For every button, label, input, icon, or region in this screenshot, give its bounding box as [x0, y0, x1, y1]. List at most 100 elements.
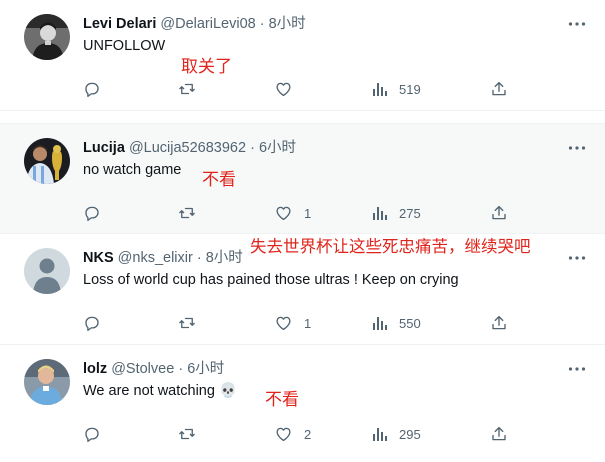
views-button[interactable]: 519	[372, 78, 421, 100]
display-name[interactable]: lolz	[83, 361, 107, 377]
tweet-text: UNFOLLOW	[83, 36, 165, 56]
more-options-icon[interactable]	[567, 140, 587, 156]
views-button[interactable]: 295	[372, 423, 421, 445]
user-avatar[interactable]	[24, 14, 70, 60]
heart-icon	[276, 82, 291, 97]
view-count: 550	[399, 315, 421, 331]
tweet-item[interactable]: NKS @nks_elixir · 8小时 Loss of world cup …	[0, 234, 605, 345]
retweet-button[interactable]	[177, 202, 208, 224]
share-button[interactable]	[490, 312, 508, 334]
tweet-time[interactable]: 6小时	[187, 361, 224, 377]
more-options-icon[interactable]	[567, 361, 587, 377]
like-button[interactable]	[274, 78, 304, 100]
reply-icon	[85, 82, 99, 97]
tweet-item[interactable]: Lucija @Lucija52683962 · 6小时 no watch ga…	[0, 123, 605, 234]
tweet-actions: 519	[0, 78, 605, 100]
retweet-button[interactable]	[177, 312, 208, 334]
profile-photo-footballer-icon	[24, 359, 70, 405]
retweet-icon	[179, 428, 195, 440]
reply-icon	[85, 427, 99, 442]
tweet-text-content: Loss of world cup has pained those ultra…	[83, 272, 459, 288]
tweet-item[interactable]: lolz @Stolvee · 6小时 We are not watching …	[0, 345, 605, 462]
reply-button[interactable]	[83, 312, 112, 334]
user-handle[interactable]: @Lucija52683962	[129, 140, 246, 156]
tweet-text-content: We are not watching	[83, 383, 215, 399]
user-handle[interactable]: @DelariLevi08	[160, 16, 255, 32]
user-avatar[interactable]	[24, 248, 70, 294]
retweet-button[interactable]	[177, 423, 208, 445]
reply-button[interactable]	[83, 423, 112, 445]
user-avatar[interactable]	[24, 359, 70, 405]
like-button[interactable]: 1	[274, 312, 311, 334]
view-count: 295	[399, 426, 421, 442]
share-button[interactable]	[490, 78, 508, 100]
tweet-item[interactable]: Levi Delari @DelariLevi08 · 8小时 UNFOLLOW…	[0, 0, 605, 111]
share-icon	[492, 81, 506, 96]
tweet-text-content: no watch game	[83, 162, 182, 178]
default-avatar-icon	[24, 248, 70, 294]
profile-photo-trophy-icon	[24, 138, 70, 184]
heart-icon	[276, 427, 291, 442]
header-separator: ·	[259, 16, 265, 32]
red-annotation: 失去世界杯让这些死忠痛苦，继续哭吧	[250, 237, 531, 256]
more-options-icon[interactable]	[567, 250, 587, 266]
red-annotation: 取关了	[181, 57, 232, 77]
tweet-text: Loss of world cup has pained those ultra…	[83, 270, 459, 290]
skull-emoji-icon: 💀	[218, 383, 238, 399]
retweet-button[interactable]	[177, 78, 208, 100]
tweet-time[interactable]: 6小时	[259, 140, 296, 156]
tweet-header: NKS @nks_elixir · 8小时	[83, 248, 243, 268]
reply-button[interactable]	[83, 202, 112, 224]
user-handle[interactable]: @nks_elixir	[118, 250, 193, 266]
heart-icon	[276, 206, 291, 221]
view-count: 519	[399, 81, 421, 97]
user-handle[interactable]: @Stolvee	[111, 361, 174, 377]
share-button[interactable]	[490, 202, 508, 224]
share-icon	[492, 426, 506, 441]
more-options-icon[interactable]	[567, 16, 587, 32]
views-bar-chart-icon	[373, 317, 387, 330]
tweet-time[interactable]: 8小时	[206, 250, 243, 266]
views-bar-chart-icon	[373, 428, 387, 441]
retweet-icon	[179, 207, 195, 219]
red-annotation: 不看	[265, 390, 299, 410]
tweet-text-content: UNFOLLOW	[83, 38, 166, 54]
views-button[interactable]: 275	[372, 202, 421, 224]
tweet-actions: 1 275	[0, 202, 605, 224]
user-avatar[interactable]	[24, 138, 70, 184]
tweet-actions: 1 550	[0, 312, 605, 334]
red-annotation: 不看	[202, 170, 236, 190]
retweet-icon	[179, 317, 195, 329]
like-count: 1	[304, 315, 312, 331]
tweet-text: We are not watching 💀	[83, 381, 237, 401]
share-icon	[492, 315, 506, 330]
views-button[interactable]: 550	[372, 312, 421, 334]
header-separator: ·	[178, 361, 184, 377]
like-count: 2	[304, 426, 312, 442]
like-button[interactable]: 2	[274, 423, 311, 445]
tweet-header: Levi Delari @DelariLevi08 · 8小时	[83, 14, 306, 34]
reply-button[interactable]	[83, 78, 112, 100]
heart-icon	[276, 316, 291, 331]
display-name[interactable]: Lucija	[83, 140, 125, 156]
display-name[interactable]: NKS	[83, 250, 114, 266]
header-separator: ·	[250, 140, 255, 156]
view-count: 275	[399, 205, 421, 221]
share-button[interactable]	[490, 423, 508, 445]
views-bar-chart-icon	[373, 83, 387, 96]
tweet-feed: Levi Delari @DelariLevi08 · 8小时 UNFOLLOW…	[0, 0, 605, 462]
tweet-header: Lucija @Lucija52683962 · 6小时	[83, 138, 296, 158]
tweet-header: lolz @Stolvee · 6小时	[83, 359, 224, 379]
reply-icon	[85, 316, 99, 331]
like-button[interactable]: 1	[274, 202, 311, 224]
display-name[interactable]: Levi Delari	[83, 16, 156, 32]
tweet-time[interactable]: 8小时	[269, 16, 306, 32]
profile-photo-bw-icon	[24, 14, 70, 60]
share-icon	[492, 205, 506, 220]
like-count: 1	[304, 205, 312, 221]
retweet-icon	[179, 83, 195, 95]
tweet-text: no watch game	[83, 160, 181, 180]
header-separator: ·	[196, 250, 202, 266]
reply-icon	[85, 206, 99, 221]
tweet-actions: 2 295	[0, 423, 605, 445]
